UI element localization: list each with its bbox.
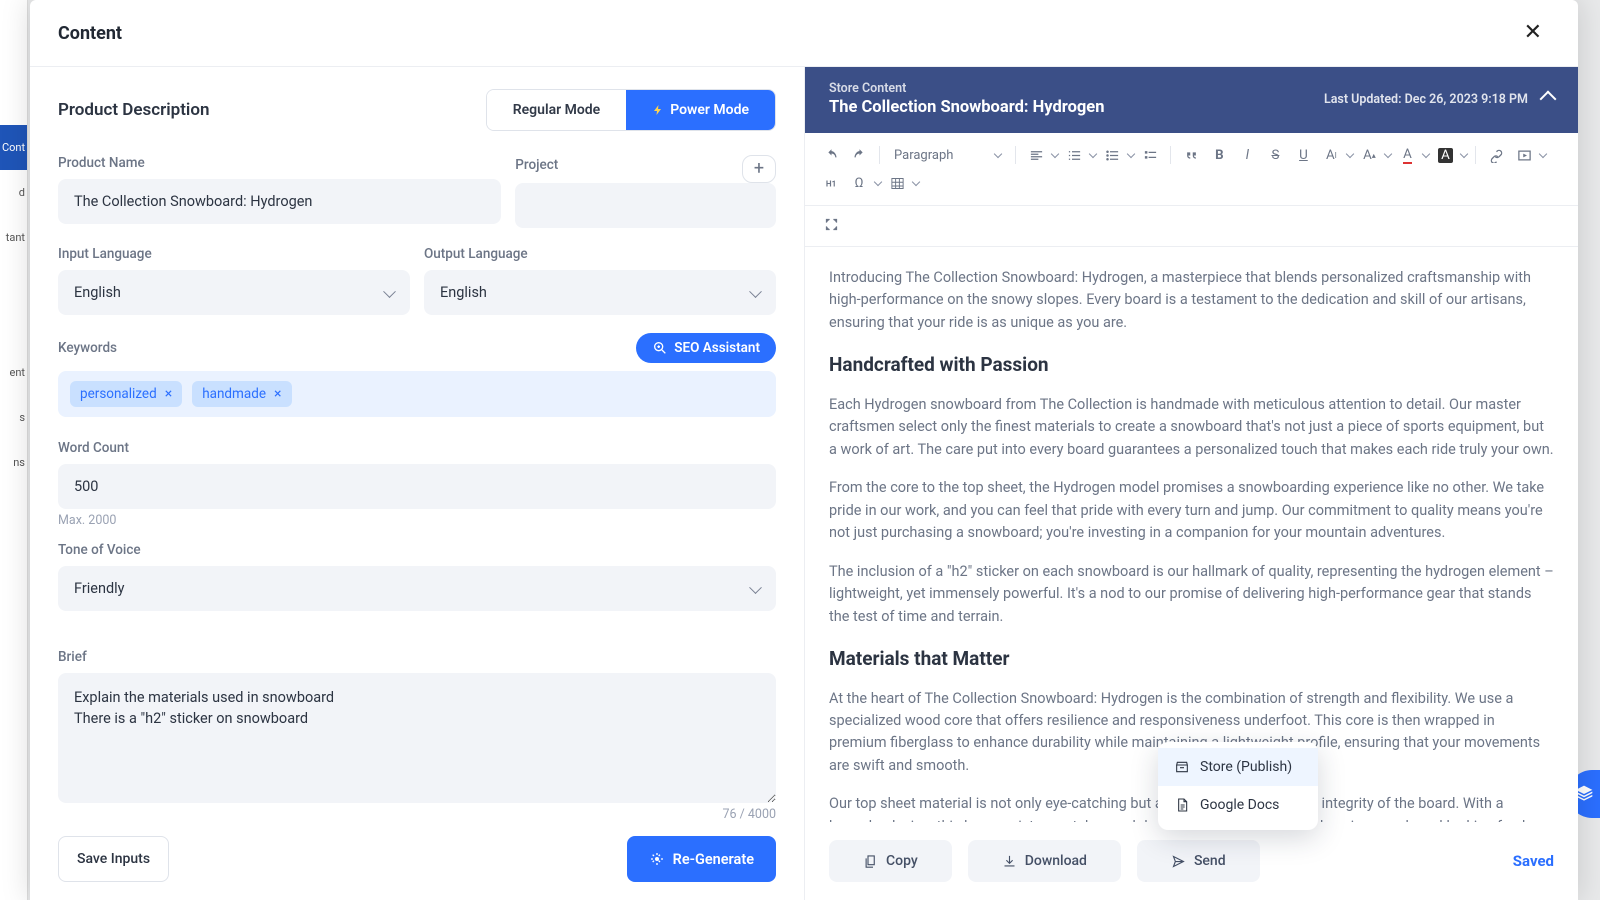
undo-icon[interactable] <box>819 143 843 167</box>
collapse-icon[interactable] <box>1540 91 1557 108</box>
editor-paragraph: From the core to the top sheet, the Hydr… <box>829 477 1554 544</box>
input-language-select[interactable]: English <box>58 270 410 315</box>
saved-status: Saved <box>1513 852 1554 870</box>
font-family-icon[interactable]: AI <box>1319 143 1343 167</box>
underline-icon[interactable]: U <box>1291 143 1315 167</box>
background-sidebar: Cont d tant ent s ns <box>0 0 28 900</box>
send-button[interactable]: Send <box>1137 840 1260 882</box>
italic-icon[interactable]: I <box>1235 143 1259 167</box>
editor-paragraph: Introducing The Collection Snowboard: Hy… <box>829 267 1554 334</box>
checklist-icon[interactable] <box>1138 143 1162 167</box>
brief-counter: 76 / 4000 <box>58 807 776 822</box>
content-modal: Content ✕ Product Description Regular Mo… <box>30 0 1578 900</box>
send-popup: Store (Publish) Google Docs <box>1158 742 1318 830</box>
output-supertitle: Store Content <box>829 81 1104 96</box>
bg-nav-item: s <box>0 395 27 440</box>
output-title: The Collection Snowboard: Hydrogen <box>829 98 1104 117</box>
bg-nav-content: Cont <box>0 125 27 170</box>
output-footer: Copy Download Send Saved <box>805 822 1578 900</box>
form-heading: Product Description <box>58 100 209 120</box>
save-inputs-button[interactable]: Save Inputs <box>58 836 169 882</box>
regenerate-button[interactable]: Re-Generate <box>627 836 776 882</box>
editor-content[interactable]: Introducing The Collection Snowboard: Hy… <box>805 247 1578 822</box>
unordered-list-icon[interactable] <box>1100 143 1124 167</box>
regular-mode-button[interactable]: Regular Mode <box>487 90 626 130</box>
close-button[interactable]: ✕ <box>1516 18 1550 48</box>
editor-heading: Materials that Matter <box>829 644 1554 673</box>
keywords-label: Keywords <box>58 340 117 356</box>
output-header: Store Content The Collection Snowboard: … <box>805 67 1578 133</box>
tone-label: Tone of Voice <box>58 542 776 558</box>
keywords-input[interactable]: personalized× handmade× <box>58 371 776 417</box>
link-icon[interactable] <box>1484 143 1508 167</box>
keyword-chip: personalized× <box>70 381 182 407</box>
font-color-icon[interactable]: A <box>1395 143 1419 167</box>
input-language-label: Input Language <box>58 246 410 262</box>
add-project-button[interactable]: + <box>742 155 776 183</box>
keyword-chip: handmade× <box>192 381 291 407</box>
word-count-input[interactable] <box>58 464 776 509</box>
ordered-list-icon[interactable] <box>1062 143 1086 167</box>
editor-paragraph: The inclusion of a "h2" sticker on each … <box>829 561 1554 628</box>
brief-label: Brief <box>58 649 776 665</box>
word-count-label: Word Count <box>58 440 776 456</box>
editor-heading: Handcrafted with Passion <box>829 350 1554 379</box>
output-language-label: Output Language <box>424 246 776 262</box>
download-button[interactable]: Download <box>968 840 1121 882</box>
seo-assistant-button[interactable]: SEO Assistant <box>636 333 776 363</box>
svg-text:H1: H1 <box>825 178 835 188</box>
heading-icon[interactable]: H1 <box>819 171 843 195</box>
output-panel: Store Content The Collection Snowboard: … <box>804 67 1578 900</box>
redo-icon[interactable] <box>847 143 871 167</box>
highlight-icon[interactable]: A <box>1433 143 1457 167</box>
word-count-hint: Max. 2000 <box>58 513 776 528</box>
table-icon[interactable] <box>885 171 909 195</box>
mode-toggle: Regular Mode Power Mode <box>486 89 776 131</box>
chip-remove-icon[interactable]: × <box>165 387 172 401</box>
last-updated: Last Updated: Dec 26, 2023 9:18 PM <box>1324 92 1528 107</box>
output-language-select[interactable]: English <box>424 270 776 315</box>
editor-toolbar: Paragraph B I S U AI A▴ A A H1 <box>805 133 1578 206</box>
brief-textarea[interactable] <box>58 673 776 803</box>
fullscreen-icon[interactable] <box>819 212 843 236</box>
editor-paragraph: Each Hydrogen snowboard from The Collect… <box>829 394 1554 461</box>
align-icon[interactable] <box>1024 143 1048 167</box>
bg-nav-item: tant <box>0 215 27 260</box>
product-name-label: Product Name <box>58 155 501 171</box>
tone-select[interactable]: Friendly <box>58 566 776 611</box>
chip-remove-icon[interactable]: × <box>274 387 281 401</box>
quote-icon[interactable] <box>1179 143 1203 167</box>
product-name-input[interactable] <box>58 179 501 224</box>
bg-nav-item: ns <box>0 440 27 485</box>
block-format-select[interactable]: Paragraph <box>888 148 1007 163</box>
media-icon[interactable] <box>1512 143 1536 167</box>
modal-header: Content ✕ <box>30 0 1578 67</box>
bg-nav-item: d <box>0 170 27 215</box>
special-char-icon[interactable]: Ω <box>847 171 871 195</box>
send-store-option[interactable]: Store (Publish) <box>1158 748 1318 786</box>
send-gdocs-option[interactable]: Google Docs <box>1158 786 1318 824</box>
power-mode-button[interactable]: Power Mode <box>626 90 775 130</box>
copy-button[interactable]: Copy <box>829 840 952 882</box>
project-label: Project <box>515 157 558 173</box>
modal-title: Content <box>58 23 122 44</box>
bold-icon[interactable]: B <box>1207 143 1231 167</box>
bg-nav-item: ent <box>0 350 27 395</box>
project-input[interactable] <box>515 183 776 228</box>
strikethrough-icon[interactable]: S <box>1263 143 1287 167</box>
form-panel: Product Description Regular Mode Power M… <box>30 67 804 900</box>
font-size-icon[interactable]: A▴ <box>1357 143 1381 167</box>
